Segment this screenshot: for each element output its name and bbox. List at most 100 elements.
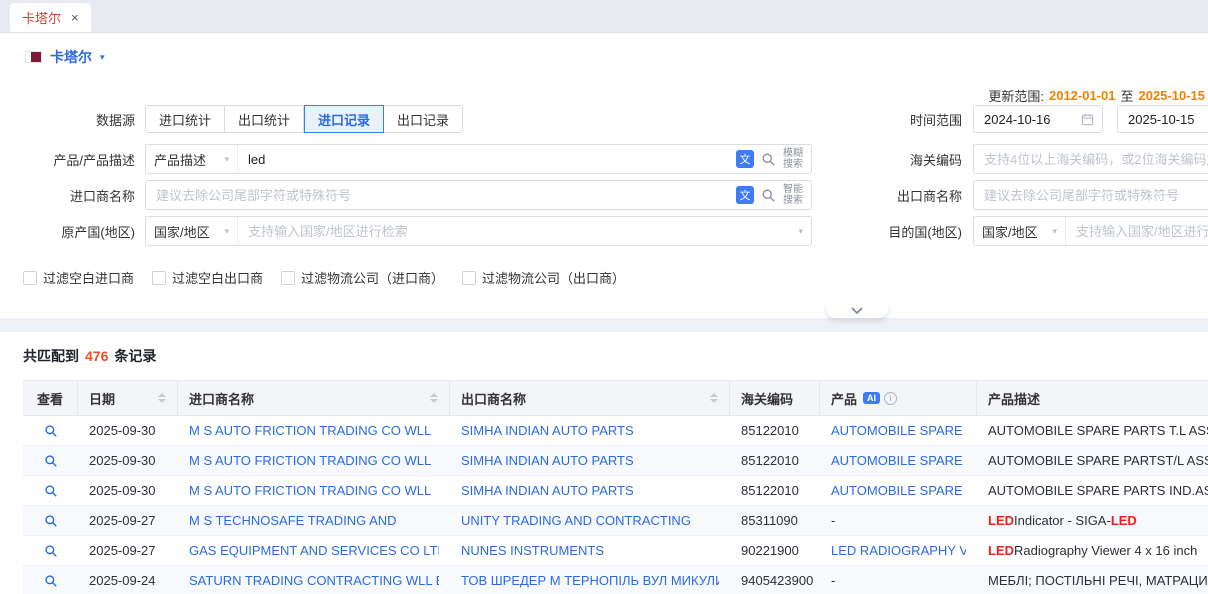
view-cell bbox=[23, 446, 78, 475]
column-header-view: 查看 bbox=[23, 381, 78, 415]
data-source-button[interactable]: 出口统计 bbox=[225, 105, 304, 133]
view-magnifier-icon[interactable] bbox=[44, 544, 58, 558]
checkbox-filter-logistics-importer[interactable]: 过滤物流公司（进口商） bbox=[281, 268, 444, 287]
sort-asc-icon[interactable] bbox=[710, 393, 718, 397]
description-text: AUTOMOBILE SPARE PARTST/L ASSY ... bbox=[988, 453, 1208, 468]
view-magnifier-icon[interactable] bbox=[44, 484, 58, 498]
destination-country-select[interactable]: 国家/地区 ▾ bbox=[974, 217, 1066, 245]
time-range-to-field[interactable] bbox=[1117, 105, 1208, 133]
chevron-down-icon[interactable]: ▾ bbox=[100, 52, 105, 63]
smart-search-text: 搜索 bbox=[783, 195, 803, 206]
hs-code-input[interactable] bbox=[974, 145, 1208, 173]
product-link[interactable]: AUTOMOBILE SPARE P... bbox=[831, 453, 966, 468]
checkbox-filter-blank-importer[interactable]: 过滤空白进口商 bbox=[23, 268, 134, 287]
tab-qatar[interactable]: 卡塔尔 × bbox=[10, 3, 91, 32]
importer-cell: M S AUTO FRICTION TRADING CO WLL bbox=[178, 416, 450, 445]
checkbox-icon[interactable] bbox=[462, 271, 476, 285]
exporter-link[interactable]: NUNES INSTRUMENTS bbox=[461, 543, 604, 558]
origin-search-input[interactable] bbox=[238, 217, 798, 245]
sort-control[interactable] bbox=[424, 393, 438, 403]
exporter-link[interactable]: SIMHA INDIAN AUTO PARTS bbox=[461, 483, 634, 498]
update-range-from: 2012-01-01 bbox=[1049, 88, 1116, 103]
exporter-link[interactable]: ТОВ ШРЕДЕР М ТЕРНОПІЛЬ ВУЛ МИКУЛИ... bbox=[461, 573, 719, 588]
sort-desc-icon[interactable] bbox=[158, 399, 166, 403]
description-cell: AUTOMOBILE SPARE PARTS IND.ASS... bbox=[977, 476, 1208, 505]
sort-control[interactable] bbox=[152, 393, 166, 403]
column-label: 进口商名称 bbox=[189, 389, 254, 408]
destination-search-input[interactable] bbox=[1066, 217, 1208, 245]
importer-link[interactable]: GAS EQUIPMENT AND SERVICES CO LTD bbox=[189, 543, 439, 558]
info-icon[interactable]: i bbox=[884, 392, 897, 405]
table-row: 2025-09-30 M S AUTO FRICTION TRADING CO W… bbox=[23, 416, 1208, 446]
description-text: Indicator - SIGA- bbox=[1014, 513, 1111, 528]
product-search-input[interactable] bbox=[238, 145, 736, 173]
records-table: 查看 日期 进口商名称 出口商名称 海关编码 产品 bbox=[23, 380, 1208, 594]
description-cell: LED Radiography Viewer 4 x 16 inch bbox=[977, 536, 1208, 565]
importer-link[interactable]: M S AUTO FRICTION TRADING CO WLL bbox=[189, 423, 431, 438]
view-magnifier-icon[interactable] bbox=[44, 574, 58, 588]
product-type-select[interactable]: 产品描述 ▾ bbox=[146, 145, 238, 173]
time-range-label: 时间范围 bbox=[845, 110, 962, 129]
date-cell: 2025-09-30 bbox=[78, 416, 178, 445]
checkbox-icon[interactable] bbox=[281, 271, 295, 285]
product-link[interactable]: AUTOMOBILE SPARE P... bbox=[831, 423, 966, 438]
product-link[interactable]: LED RADIOGRAPHY VI... bbox=[831, 543, 966, 558]
importer-link[interactable]: SATURN TRADING CONTRACTING WLL BUI... bbox=[189, 573, 439, 588]
match-count: 476 bbox=[85, 348, 108, 364]
translate-icon[interactable]: 文 bbox=[736, 186, 754, 204]
description-text: LED bbox=[988, 543, 1014, 558]
view-cell bbox=[23, 476, 78, 505]
origin-country-select[interactable]: 国家/地区 ▾ bbox=[146, 217, 238, 245]
data-source-button[interactable]: 进口记录 bbox=[304, 105, 384, 133]
sort-asc-icon[interactable] bbox=[158, 393, 166, 397]
smart-search-toggle[interactable]: 智能 搜索 bbox=[783, 184, 803, 206]
row-importer: 进口商名称 文 智能 搜索 出口商名称 bbox=[0, 180, 1208, 210]
importer-link[interactable]: M S AUTO FRICTION TRADING CO WLL bbox=[189, 453, 431, 468]
sort-desc-icon[interactable] bbox=[710, 399, 718, 403]
update-range-to: 2025-10-15 bbox=[1139, 88, 1206, 103]
destination-select-value: 国家/地区 bbox=[982, 222, 1038, 241]
table-body: 2025-09-30 M S AUTO FRICTION TRADING CO W… bbox=[23, 416, 1208, 594]
chevron-down-icon[interactable]: ▾ bbox=[798, 226, 803, 237]
exporter-input[interactable] bbox=[974, 181, 1208, 209]
collapse-filter-panel-button[interactable] bbox=[826, 303, 888, 318]
checkbox-filter-logistics-exporter[interactable]: 过滤物流公司（出口商） bbox=[462, 268, 625, 287]
fuzzy-search-toggle[interactable]: 模糊 搜索 bbox=[783, 148, 803, 170]
smart-search-magnifier-icon[interactable] bbox=[761, 188, 776, 203]
time-range-from-input[interactable] bbox=[974, 106, 1081, 132]
translate-icon[interactable]: 文 bbox=[736, 150, 754, 168]
close-tab-icon[interactable]: × bbox=[71, 11, 79, 24]
data-source-button[interactable]: 进口统计 bbox=[145, 105, 225, 133]
product-cell: LED RADIOGRAPHY VI... bbox=[820, 536, 977, 565]
column-header-description: 产品描述 bbox=[977, 381, 1208, 415]
time-range-from-field[interactable] bbox=[973, 105, 1103, 133]
view-magnifier-icon[interactable] bbox=[44, 424, 58, 438]
exporter-link[interactable]: SIMHA INDIAN AUTO PARTS bbox=[461, 423, 634, 438]
sort-desc-icon[interactable] bbox=[430, 399, 438, 403]
fuzzy-search-magnifier-icon[interactable] bbox=[761, 152, 776, 167]
exporter-field[interactable] bbox=[973, 180, 1208, 210]
view-magnifier-icon[interactable] bbox=[44, 454, 58, 468]
importer-link[interactable]: M S TECHNOSAFE TRADING AND bbox=[189, 513, 397, 528]
view-magnifier-icon[interactable] bbox=[44, 514, 58, 528]
calendar-icon[interactable] bbox=[1081, 113, 1102, 126]
table-row: 2025-09-24SATURN TRADING CONTRACTING WLL… bbox=[23, 566, 1208, 594]
importer-cell: M S AUTO FRICTION TRADING CO WLL bbox=[178, 446, 450, 475]
checkbox-filter-blank-exporter[interactable]: 过滤空白出口商 bbox=[152, 268, 263, 287]
checkbox-icon[interactable] bbox=[23, 271, 37, 285]
description-cell: AUTOMOBILE SPARE PARTST/L ASSY ... bbox=[977, 446, 1208, 475]
importer-search-input[interactable] bbox=[146, 181, 736, 209]
exporter-link[interactable]: UNITY TRADING AND CONTRACTING bbox=[461, 513, 691, 528]
description-text: LED bbox=[988, 513, 1014, 528]
sort-asc-icon[interactable] bbox=[430, 393, 438, 397]
hs-code-field[interactable] bbox=[973, 144, 1208, 174]
table-header: 查看 日期 进口商名称 出口商名称 海关编码 产品 bbox=[23, 380, 1208, 416]
sort-control[interactable] bbox=[704, 393, 718, 403]
filter-checkbox-row: 过滤空白进口商 过滤空白出口商 过滤物流公司（进口商） 过滤物流公司（出口商） bbox=[23, 268, 625, 287]
checkbox-icon[interactable] bbox=[152, 271, 166, 285]
data-source-button[interactable]: 出口记录 bbox=[384, 105, 463, 133]
exporter-link[interactable]: SIMHA INDIAN AUTO PARTS bbox=[461, 453, 634, 468]
product-link[interactable]: AUTOMOBILE SPARE P... bbox=[831, 483, 966, 498]
importer-link[interactable]: M S AUTO FRICTION TRADING CO WLL bbox=[189, 483, 431, 498]
time-range-to-input[interactable] bbox=[1118, 106, 1208, 132]
